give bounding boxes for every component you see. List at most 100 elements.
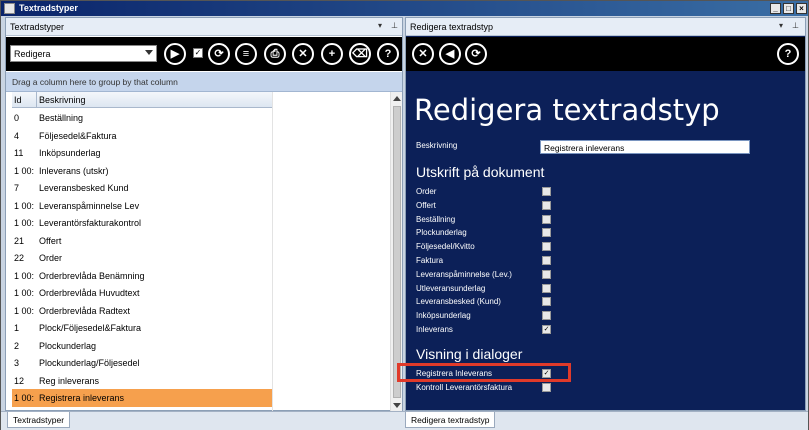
cell-description: Plock/Följesedel&Faktura <box>39 323 142 333</box>
cell-id: 12 <box>14 375 25 386</box>
table-row[interactable]: 1 Plock/Följesedel&Faktura <box>12 319 272 337</box>
cell-description: Inköpsunderlag <box>39 148 101 158</box>
option-label: Beställning <box>416 214 456 224</box>
left-panel-header: Textradstyper ▾ ⊥ <box>6 18 402 36</box>
close-window-button[interactable]: × <box>796 3 807 14</box>
beskrivning-input[interactable]: Registrera inleverans <box>540 140 750 154</box>
pin-icon[interactable]: ⊥ <box>792 21 799 30</box>
cell-description: Reg inleverans <box>39 375 100 386</box>
title-bar: Textradstyper _ □ × <box>1 1 808 16</box>
filter-list-icon[interactable]: ≡ <box>235 43 257 65</box>
table-row[interactable]: 7 Leveransbesked Kund <box>12 179 272 197</box>
option-checkbox[interactable] <box>542 187 551 196</box>
option-label: Följesedel/Kvitto <box>416 242 475 252</box>
table-row[interactable]: 1 00: Orderbrevlåda Huvudtext <box>12 284 272 302</box>
refresh-icon[interactable]: ⟳ <box>465 43 487 65</box>
option-checkbox[interactable]: ✓ <box>542 325 551 334</box>
cell-id: 1 00: <box>14 165 35 176</box>
cell-description: Leveransbesked Kund <box>39 183 129 193</box>
delete-icon[interactable]: ⌫ <box>349 43 371 65</box>
option-checkbox[interactable] <box>542 297 551 307</box>
table-row[interactable]: 3 Plockunderlag/Följesedel <box>12 354 272 372</box>
maximize-button[interactable]: □ <box>783 3 794 14</box>
left-panel-title: Textradstyper <box>10 22 65 32</box>
minimize-button[interactable]: _ <box>770 3 781 14</box>
scroll-thumb[interactable] <box>393 106 401 398</box>
cell-description: Leveranspåminnelse Lev <box>39 200 140 211</box>
option-checkbox[interactable] <box>542 228 551 238</box>
cell-id: 11 <box>14 148 24 158</box>
option-label: Leveranspåminnelse (Lev.) <box>416 269 512 279</box>
tab-textradstyper[interactable]: Textradstyper <box>7 412 71 428</box>
right-panel: Redigera textradstyp ▾ ⊥ ✕ ◀ ⟳ ? Rediger… <box>405 17 806 411</box>
mode-combo[interactable]: Redigera <box>10 45 157 62</box>
cell-id: 0 <box>14 113 20 123</box>
option-label: Faktura <box>416 256 444 265</box>
table-row[interactable]: 22 Order <box>12 249 272 267</box>
main-window: Textradstyper _ □ × Textradstyper ▾ ⊥ Re… <box>0 0 809 430</box>
option-label: Plockunderlag <box>416 228 467 238</box>
group-by-bar[interactable]: Drag a column here to group by that colu… <box>6 72 402 92</box>
app-icon <box>4 3 15 14</box>
pin-icon[interactable]: ⊥ <box>391 21 398 30</box>
cell-description: Plockunderlag <box>39 340 97 351</box>
right-toolbar: ✕ ◀ ⟳ ? <box>406 37 805 71</box>
cell-description: Offert <box>39 235 62 246</box>
option-checkbox[interactable] <box>542 256 551 265</box>
cell-id: 2 <box>14 340 20 351</box>
help-icon[interactable]: ? <box>377 43 399 65</box>
excel-export-icon[interactable]: ✕ <box>292 43 314 65</box>
cell-id: 1 00: <box>14 305 35 316</box>
toolbar-checkbox[interactable]: ✓ <box>193 48 203 58</box>
scroll-up-icon[interactable] <box>393 96 401 101</box>
option-checkbox[interactable] <box>542 311 551 321</box>
option-label: Leveransbesked (Kund) <box>416 297 501 307</box>
table-row[interactable]: 12 Reg inleverans <box>12 372 272 390</box>
beskrivning-label: Beskrivning <box>416 141 458 150</box>
column-separator <box>36 92 37 108</box>
option-label: Inköpsunderlag <box>416 311 471 321</box>
dropdown-icon[interactable]: ▾ <box>378 21 382 30</box>
scroll-down-icon[interactable] <box>393 403 401 408</box>
option-checkbox[interactable] <box>542 269 551 279</box>
dropdown-icon[interactable]: ▾ <box>779 21 783 30</box>
table-row[interactable]: 0 Beställning <box>12 109 272 127</box>
play-icon[interactable]: ▶ <box>164 43 186 65</box>
cell-id: 21 <box>14 235 25 246</box>
option-checkbox[interactable] <box>542 214 551 224</box>
option-label: Offert <box>416 200 436 210</box>
tab-redigera-textradstyp[interactable]: Redigera textradstyp <box>405 412 496 428</box>
section-print-title: Utskrift på dokument <box>416 164 545 180</box>
table-row[interactable]: 1 00: Orderbrevlåda Benämning <box>12 267 272 285</box>
option-checkbox[interactable] <box>542 242 551 252</box>
cell-id: 1 00: <box>14 218 35 228</box>
table-row[interactable]: 1 00: Orderbrevlåda Radtext <box>12 302 272 320</box>
right-panel-header: Redigera textradstyp ▾ ⊥ <box>406 18 805 36</box>
help-icon[interactable]: ? <box>777 43 799 65</box>
table-row[interactable]: 1 00: Leverantörsfakturakontrol <box>12 214 272 232</box>
column-header-description[interactable]: Beskrivning <box>39 95 86 105</box>
column-header-id[interactable]: Id <box>14 95 22 105</box>
cell-description: Inleverans (utskr) <box>39 165 109 176</box>
print-icon[interactable]: ⎙ <box>264 43 286 65</box>
table-row[interactable]: 1 00: Registrera inleverans <box>12 389 272 407</box>
back-icon[interactable]: ◀ <box>439 43 461 65</box>
new-item-icon[interactable]: + <box>321 43 343 65</box>
cell-description: Leverantörsfakturakontrol <box>39 218 142 228</box>
option-checkbox[interactable] <box>542 200 551 210</box>
option-label: Inleverans <box>416 325 453 334</box>
close-icon[interactable]: ✕ <box>412 43 434 65</box>
table-row[interactable]: 21 Offert <box>12 232 272 250</box>
table-row[interactable]: 2 Plockunderlag <box>12 337 272 355</box>
table-row[interactable]: 1 00: Inleverans (utskr) <box>12 162 272 180</box>
option-checkbox[interactable] <box>542 382 551 392</box>
table-row[interactable]: 1 00: Leveranspåminnelse Lev <box>12 197 272 215</box>
table-row[interactable]: 11 Inköpsunderlag <box>12 144 272 162</box>
left-toolbar: Redigera ▶ ✓ ⟳ ≡ ⎙ ✕ + ⌫ ? <box>6 37 402 71</box>
table-row[interactable]: 4 Följesedel&Faktura <box>12 127 272 145</box>
option-label: Order <box>416 187 437 196</box>
beskrivning-value: Registrera inleverans <box>544 143 625 153</box>
cell-id: 1 00: <box>14 270 35 281</box>
option-checkbox[interactable] <box>542 283 551 293</box>
refresh-icon[interactable]: ⟳ <box>208 43 230 65</box>
